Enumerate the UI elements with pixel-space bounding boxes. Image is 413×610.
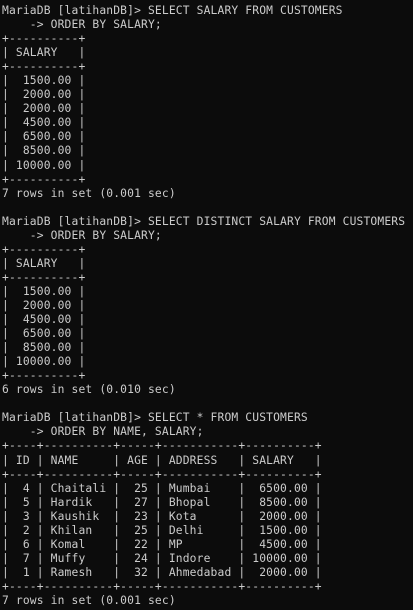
terminal-line: | 8500.00 | [2,144,86,158]
terminal-line: | 1500.00 | [2,74,86,88]
terminal-line: | 2000.00 | [2,88,86,102]
terminal-line: -> ORDER BY NAME, SALARY; [2,425,204,439]
terminal-line: | 10000.00 | [2,355,86,369]
terminal-line: | 6500.00 | [2,130,86,144]
terminal-line: 7 rows in set (0.001 sec) [2,186,176,200]
terminal-line: +----------+ [2,369,86,383]
terminal-line: | 4500.00 | [2,116,86,130]
terminal-line: 7 rows in set (0.001 sec) [2,593,176,607]
terminal-line: 6 rows in set (0.010 sec) [2,383,176,397]
terminal-line: +----------+ [2,32,86,46]
terminal-line: +----------+ [2,60,86,74]
terminal-line: | 3 | Kaushik | 23 | Kota | 2000.00 | [2,509,322,523]
terminal-line: | 1500.00 | [2,284,86,298]
terminal-line: | 5 | Hardik | 27 | Bhopal | 8500.00 | [2,495,322,509]
terminal-line: MariaDB [latihanDB]> SELECT DISTINCT SAL… [2,214,406,228]
terminal-line: | 7 | Muffy | 24 | Indore | 10000.00 | [2,551,322,565]
terminal-line: | 4 | Chaitali | 25 | Mumbai | 6500.00 | [2,481,322,495]
terminal-line: -> ORDER BY SALARY; [2,228,162,242]
terminal-line: +----------+ [2,172,86,186]
terminal-line: +----+----------+-----+-----------+-----… [2,579,322,593]
terminal-line: | 4500.00 | [2,313,86,327]
terminal-line: +----------+ [2,270,86,284]
terminal-line: MariaDB [latihanDB]> SELECT * FROM CUSTO… [2,411,308,425]
terminal-line: | ID | NAME | AGE | ADDRESS | SALARY | [2,453,322,467]
terminal-window[interactable]: MariaDB [latihanDB]> SELECT SALARY FROM … [0,0,413,610]
terminal-line: | 10000.00 | [2,158,86,172]
terminal-line: | 2000.00 | [2,298,86,312]
terminal-line: -> ORDER BY SALARY; [2,18,162,32]
terminal-line: | 8500.00 | [2,341,86,355]
terminal-line: | 2 | Khilan | 25 | Delhi | 1500.00 | [2,523,322,537]
terminal-line: | SALARY | [2,46,86,60]
terminal-line: | 6500.00 | [2,327,86,341]
terminal-line: | SALARY | [2,256,86,270]
terminal-line: +----+----------+-----+-----------+-----… [2,467,322,481]
terminal-line: +----+----------+-----+-----------+-----… [2,439,322,453]
terminal-line: | 2000.00 | [2,102,86,116]
terminal-line: | 6 | Komal | 22 | MP | 4500.00 | [2,537,322,551]
terminal-line: +----------+ [2,242,86,256]
terminal-line: MariaDB [latihanDB]> SELECT SALARY FROM … [2,4,343,17]
terminal-line: | 1 | Ramesh | 32 | Ahmedabad | 2000.00 … [2,565,322,579]
